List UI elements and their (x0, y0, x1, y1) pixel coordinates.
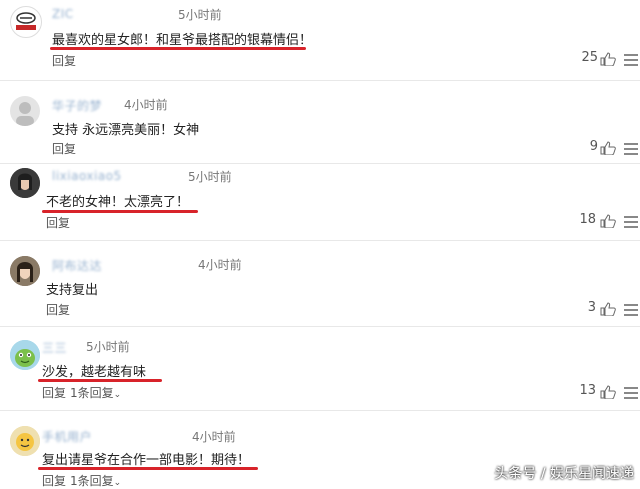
sub-replies-count[interactable]: 1条回复 (70, 386, 114, 400)
comment-time: 4小时前 (192, 430, 236, 444)
comment-time: 5小时前 (178, 8, 222, 22)
like-count: 13 (579, 383, 596, 398)
thumbs-up-icon[interactable] (600, 385, 616, 399)
reply-button[interactable]: 回复 1条回复⌄ (42, 472, 121, 489)
reply-button[interactable]: 回复 (46, 301, 70, 318)
like-count: 9 (589, 139, 598, 154)
red-underline (38, 379, 162, 382)
red-underline (42, 210, 198, 213)
red-underline (38, 467, 258, 470)
menu-icon[interactable] (624, 387, 638, 399)
menu-icon[interactable] (624, 304, 638, 316)
sub-replies-link[interactable]: 1条回复⌄ (70, 386, 121, 400)
avatar[interactable] (10, 426, 40, 456)
username[interactable]: 手机用户 (42, 428, 92, 445)
thumbs-up-icon[interactable] (600, 52, 616, 66)
username[interactable]: 华子的梦 (52, 97, 102, 114)
comment-time: 4小时前 (198, 258, 242, 272)
avatar[interactable] (10, 96, 40, 126)
reply-label[interactable]: 回复 (42, 386, 66, 400)
comment-text: 支持 永远漂亮美丽！女神 (52, 123, 200, 138)
comment-text: 沙发，越老越有味 (42, 365, 147, 380)
like-count: 3 (587, 300, 596, 315)
comment-time: 5小时前 (188, 170, 232, 184)
username[interactable]: 阿布达达 (52, 257, 102, 274)
watermark: 头条号 / 娱乐星闻速递 (494, 466, 634, 482)
avatar[interactable] (10, 340, 40, 370)
avatar[interactable] (10, 256, 40, 286)
username[interactable]: 三三 (42, 339, 67, 356)
chevron-down-icon[interactable]: ⌄ (114, 390, 122, 400)
divider (0, 240, 640, 241)
comment-text: 复出请星爷在合作一部电影！期待！ (42, 453, 251, 468)
like-count: 25 (581, 50, 598, 65)
comment-text: 支持复出 (46, 283, 99, 298)
reply-label[interactable]: 回复 (42, 474, 66, 488)
divider (0, 410, 640, 411)
avatar[interactable] (10, 6, 42, 38)
comment-time: 5小时前 (86, 340, 130, 354)
divider (0, 163, 640, 164)
menu-icon[interactable] (624, 143, 638, 155)
comment-text: 最喜欢的星女郎！和星爷最搭配的银幕情侣！ (52, 33, 313, 48)
thumbs-up-icon[interactable] (600, 302, 616, 316)
username[interactable]: ZIC (52, 7, 74, 21)
thumbs-up-icon[interactable] (600, 141, 616, 155)
username[interactable]: lixiaoxiao5 (52, 169, 122, 183)
red-underline (50, 47, 306, 50)
sub-replies-link[interactable]: 1条回复⌄ (70, 474, 121, 488)
reply-button[interactable]: 回复 1条回复⌄ (42, 384, 121, 401)
sub-replies-count[interactable]: 1条回复 (70, 474, 114, 488)
comment-time: 4小时前 (124, 98, 168, 112)
menu-icon[interactable] (624, 54, 638, 66)
divider (0, 326, 640, 327)
avatar[interactable] (10, 168, 40, 198)
chevron-down-icon[interactable]: ⌄ (114, 478, 122, 488)
like-count: 18 (579, 212, 596, 227)
reply-button[interactable]: 回复 (52, 52, 76, 69)
reply-button[interactable]: 回复 (52, 140, 76, 157)
menu-icon[interactable] (624, 216, 638, 228)
thumbs-up-icon[interactable] (600, 214, 616, 228)
comment-text: 不老的女神！太漂亮了！ (46, 195, 190, 210)
divider (0, 80, 640, 81)
reply-button[interactable]: 回复 (46, 214, 70, 231)
